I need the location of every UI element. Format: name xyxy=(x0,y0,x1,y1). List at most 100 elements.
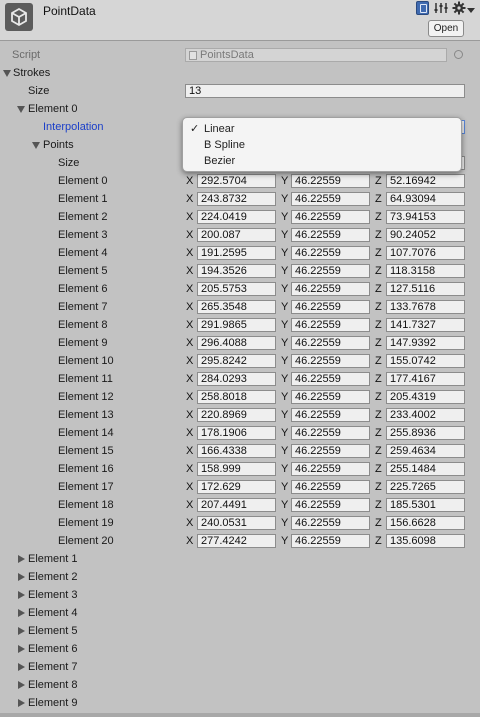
point-z-field[interactable]: 225.7265 xyxy=(386,480,465,494)
stroke-element-row[interactable]: Element 3 xyxy=(0,587,480,605)
stroke-element-row[interactable]: Element 6 xyxy=(0,641,480,659)
point-z-field[interactable]: 107.7076 xyxy=(386,246,465,260)
menu-item-bezier[interactable]: Bezier xyxy=(183,153,461,169)
stroke-element-row[interactable]: Element 1 xyxy=(0,551,480,569)
foldout-open-icon[interactable] xyxy=(32,142,40,149)
point-z-field[interactable]: 73.94153 xyxy=(386,210,465,224)
point-y-field[interactable]: 46.22559 xyxy=(291,282,370,296)
point-z-field[interactable]: 133.7678 xyxy=(386,300,465,314)
point-x-field[interactable]: 158.999 xyxy=(197,462,276,476)
point-y-field[interactable]: 46.22559 xyxy=(291,390,370,404)
foldout-closed-icon[interactable] xyxy=(18,645,25,653)
stroke-element-row[interactable]: Element 8 xyxy=(0,677,480,695)
point-x-field[interactable]: 295.8242 xyxy=(197,354,276,368)
presets-icon[interactable] xyxy=(434,1,448,15)
point-y-field[interactable]: 46.22559 xyxy=(291,228,370,242)
point-x-field[interactable]: 224.0419 xyxy=(197,210,276,224)
point-y-field[interactable]: 46.22559 xyxy=(291,498,370,512)
point-x-field[interactable]: 258.8018 xyxy=(197,390,276,404)
stroke-element-row[interactable]: Element 9 xyxy=(0,695,480,713)
point-z-field[interactable]: 156.6628 xyxy=(386,516,465,530)
menu-item-linear[interactable]: ✓ Linear xyxy=(183,121,461,137)
help-book-icon[interactable] xyxy=(416,1,429,15)
point-y-field[interactable]: 46.22559 xyxy=(291,336,370,350)
point-y-field[interactable]: 46.22559 xyxy=(291,192,370,206)
point-x-field[interactable]: 191.2595 xyxy=(197,246,276,260)
point-z-field[interactable]: 52.16942 xyxy=(386,174,465,188)
point-y-field[interactable]: 46.22559 xyxy=(291,534,370,548)
point-x-field[interactable]: 200.087 xyxy=(197,228,276,242)
point-x-field[interactable]: 277.4242 xyxy=(197,534,276,548)
point-x-field[interactable]: 194.3526 xyxy=(197,264,276,278)
foldout-closed-icon[interactable] xyxy=(18,555,25,563)
point-z-field[interactable]: 90.24052 xyxy=(386,228,465,242)
foldout-closed-icon[interactable] xyxy=(18,609,25,617)
foldout-closed-icon[interactable] xyxy=(18,663,25,671)
point-x-field[interactable]: 240.0531 xyxy=(197,516,276,530)
foldout-closed-icon[interactable] xyxy=(18,627,25,635)
point-y-field[interactable]: 46.22559 xyxy=(291,408,370,422)
point-x-field[interactable]: 172.629 xyxy=(197,480,276,494)
foldout-closed-icon[interactable] xyxy=(18,573,25,581)
point-y-field[interactable]: 46.22559 xyxy=(291,174,370,188)
point-x-field[interactable]: 292.5704 xyxy=(197,174,276,188)
gear-icon[interactable] xyxy=(452,1,466,15)
z-axis-label: Z xyxy=(375,445,382,457)
menu-item-b-spline[interactable]: B Spline xyxy=(183,137,461,153)
stroke-element-row[interactable]: Element 7 xyxy=(0,659,480,677)
point-y-field[interactable]: 46.22559 xyxy=(291,372,370,386)
point-y-field[interactable]: 46.22559 xyxy=(291,426,370,440)
point-x-field[interactable]: 291.9865 xyxy=(197,318,276,332)
foldout-closed-icon[interactable] xyxy=(18,681,25,689)
point-z-field[interactable]: 135.6098 xyxy=(386,534,465,548)
point-y-field[interactable]: 46.22559 xyxy=(291,516,370,530)
foldout-closed-icon[interactable] xyxy=(18,699,25,707)
point-y-field[interactable]: 46.22559 xyxy=(291,318,370,332)
stroke-element-row[interactable]: Element 4 xyxy=(0,605,480,623)
point-x-field[interactable]: 265.3548 xyxy=(197,300,276,314)
point-x-field[interactable]: 243.8732 xyxy=(197,192,276,206)
point-z-field[interactable]: 205.4319 xyxy=(386,390,465,404)
point-x-field[interactable]: 207.4491 xyxy=(197,498,276,512)
foldout-closed-icon[interactable] xyxy=(18,591,25,599)
object-picker-icon[interactable] xyxy=(454,50,463,59)
point-x-field[interactable]: 178.1906 xyxy=(197,426,276,440)
point-z-field[interactable]: 233.4002 xyxy=(386,408,465,422)
point-y-field[interactable]: 46.22559 xyxy=(291,210,370,224)
strokes-row[interactable]: Strokes xyxy=(0,65,480,83)
open-button[interactable]: Open xyxy=(428,20,464,37)
point-y-field[interactable]: 46.22559 xyxy=(291,444,370,458)
script-field[interactable]: PointsData xyxy=(185,48,447,62)
stroke-element-row[interactable]: Element 2 xyxy=(0,569,480,587)
point-y-field[interactable]: 46.22559 xyxy=(291,354,370,368)
point-y-field[interactable]: 46.22559 xyxy=(291,462,370,476)
foldout-open-icon[interactable] xyxy=(3,70,11,77)
point-z-field[interactable]: 141.7327 xyxy=(386,318,465,332)
point-x-field[interactable]: 166.4338 xyxy=(197,444,276,458)
foldout-open-icon[interactable] xyxy=(17,106,25,113)
chevron-down-icon[interactable] xyxy=(467,5,480,19)
x-axis-label: X xyxy=(186,409,194,421)
point-z-field[interactable]: 259.4634 xyxy=(386,444,465,458)
point-z-field[interactable]: 255.1484 xyxy=(386,462,465,476)
point-z-field[interactable]: 177.4167 xyxy=(386,372,465,386)
strokes-size-field[interactable]: 13 xyxy=(185,84,465,98)
stroke-element-row[interactable]: Element 5 xyxy=(0,623,480,641)
point-z-field[interactable]: 155.0742 xyxy=(386,354,465,368)
point-y-field[interactable]: 46.22559 xyxy=(291,300,370,314)
point-y-field[interactable]: 46.22559 xyxy=(291,264,370,278)
point-y-field[interactable]: 46.22559 xyxy=(291,480,370,494)
point-z-field[interactable]: 185.5301 xyxy=(386,498,465,512)
point-z-field[interactable]: 127.5116 xyxy=(386,282,465,296)
point-x-field[interactable]: 205.5753 xyxy=(197,282,276,296)
point-z-field[interactable]: 118.3158 xyxy=(386,264,465,278)
point-y-field[interactable]: 46.22559 xyxy=(291,246,370,260)
y-axis-label: Y xyxy=(281,229,289,241)
point-z-field[interactable]: 147.9392 xyxy=(386,336,465,350)
point-x-field[interactable]: 284.0293 xyxy=(197,372,276,386)
point-z-field[interactable]: 255.8936 xyxy=(386,426,465,440)
point-row: Element 7 X 265.3548 Y 46.22559 Z 133.7678 xyxy=(0,299,480,317)
point-z-field[interactable]: 64.93094 xyxy=(386,192,465,206)
point-x-field[interactable]: 296.4088 xyxy=(197,336,276,350)
point-x-field[interactable]: 220.8969 xyxy=(197,408,276,422)
